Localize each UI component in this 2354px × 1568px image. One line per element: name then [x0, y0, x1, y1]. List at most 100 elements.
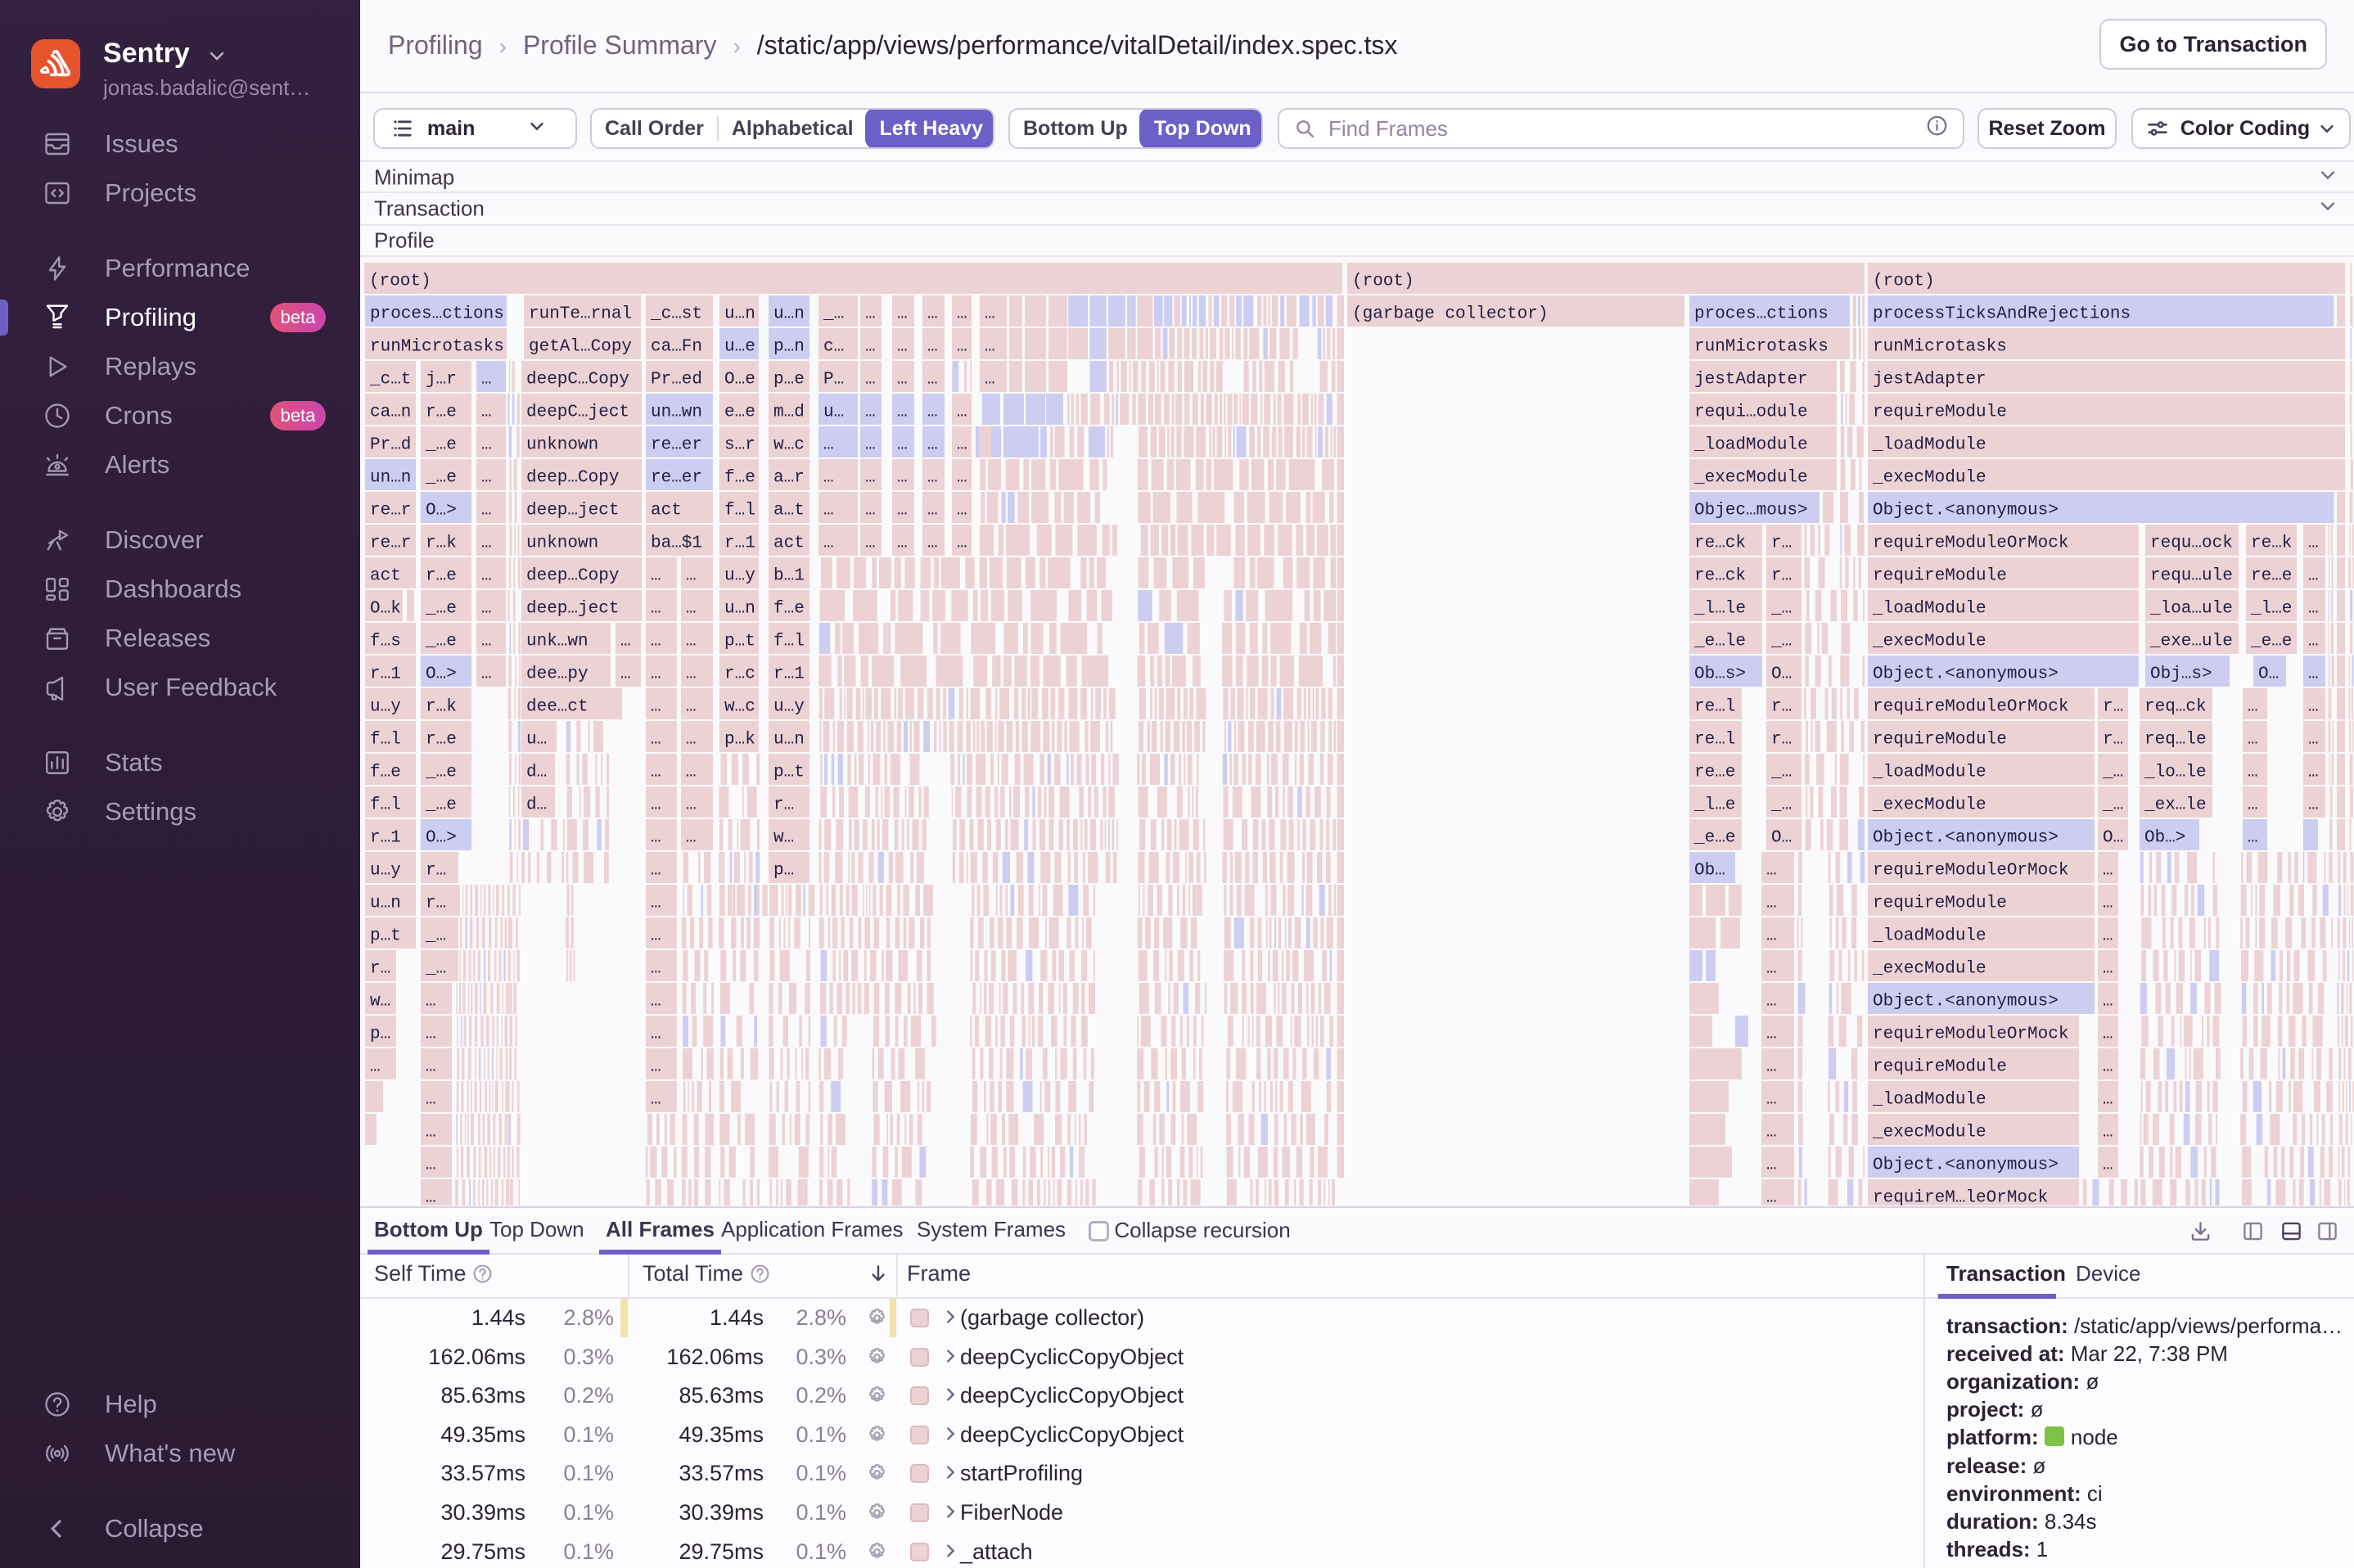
svg-text:…: …	[1766, 993, 1777, 1012]
svg-text:_execModule: _execModule	[1872, 1124, 1986, 1142]
svg-text:r…: r…	[1771, 698, 1792, 717]
svg-text:_…: _…	[2102, 796, 2123, 815]
svg-text:…: …	[2308, 534, 2319, 553]
svg-text:Obj…s>: Obj…s>	[2150, 665, 2212, 684]
svg-text:…: …	[686, 567, 697, 586]
svg-text:…: …	[651, 600, 661, 619]
svg-text:…: …	[2103, 993, 2113, 1012]
svg-text:…: …	[823, 534, 834, 553]
svg-text:_l…e: _l…e	[2250, 600, 2292, 619]
svg-text:proces…ctions: proces…ctions	[370, 305, 504, 324]
svg-text:dee…py: dee…py	[526, 665, 588, 684]
svg-text:_…e: _…e	[425, 600, 457, 619]
svg-text:_…e: _…e	[425, 796, 457, 815]
svg-text:_exe…ule: _exe…ule	[2149, 633, 2233, 651]
svg-text:…: …	[823, 436, 834, 455]
svg-text:re…ck: re…ck	[1694, 534, 1746, 553]
svg-text:…: …	[865, 469, 876, 488]
svg-text:r…: r…	[426, 862, 446, 881]
svg-text:…: …	[985, 305, 995, 324]
svg-text:O…>: O…>	[426, 829, 457, 848]
svg-text:…: …	[686, 731, 697, 750]
svg-text:r…: r…	[2103, 698, 2123, 717]
svg-text:…: …	[651, 567, 661, 586]
svg-text:re…er: re…er	[651, 469, 702, 488]
svg-text:p…t: p…t	[773, 764, 805, 782]
svg-text:ca…n: ca…n	[370, 403, 411, 422]
svg-text:…: …	[686, 796, 697, 815]
svg-text:O…: O…	[2103, 829, 2123, 848]
svg-text:unknown: unknown	[526, 436, 598, 455]
svg-text:…: …	[927, 371, 938, 390]
svg-text:…: …	[897, 305, 908, 324]
svg-text:…: …	[2103, 862, 2113, 881]
svg-text:runMicrotasks: runMicrotasks	[370, 338, 504, 357]
svg-text:u…e: u…e	[724, 338, 755, 357]
svg-text:re…r: re…r	[370, 502, 411, 520]
svg-text:_e…e: _e…e	[2250, 633, 2292, 651]
svg-text:…: …	[865, 502, 876, 520]
svg-text:…: …	[927, 502, 938, 520]
svg-text:…: …	[426, 1156, 436, 1175]
svg-text:…: …	[2103, 927, 2113, 946]
svg-text:r…: r…	[1771, 731, 1792, 750]
svg-text:…: …	[481, 436, 492, 455]
svg-text:requ…ock: requ…ock	[2150, 534, 2233, 553]
svg-text:jestAdapter: jestAdapter	[1873, 371, 1986, 390]
svg-text:_l…le: _l…le	[1693, 600, 1746, 619]
svg-text:…: …	[2308, 665, 2319, 684]
svg-text:…: …	[481, 469, 492, 488]
svg-text:…: …	[481, 567, 492, 586]
svg-text:unk…wn: unk…wn	[526, 633, 588, 651]
svg-text:(root): (root)	[1873, 273, 1935, 291]
svg-text:re…r: re…r	[370, 534, 411, 553]
svg-text:requireModule: requireModule	[1873, 567, 2007, 586]
svg-text:p…t: p…t	[724, 633, 755, 651]
svg-text:…: …	[651, 862, 661, 881]
svg-text:u…: u…	[526, 731, 547, 750]
svg-text:u…n: u…n	[370, 894, 401, 913]
svg-text:requireModule: requireModule	[1873, 894, 2007, 913]
svg-text:…: …	[426, 1058, 436, 1077]
svg-text:requireModuleOrMock: requireModuleOrMock	[1873, 862, 2068, 881]
svg-text:…: …	[426, 1124, 436, 1142]
svg-text:…: …	[481, 600, 492, 619]
svg-text:(root): (root)	[1352, 273, 1414, 291]
svg-text:u…n: u…n	[773, 731, 805, 750]
svg-text:deep…ject: deep…ject	[526, 502, 619, 520]
svg-text:…: …	[2248, 731, 2258, 750]
svg-text:(root): (root)	[369, 273, 431, 291]
svg-text:…: …	[651, 665, 661, 684]
svg-text:…: …	[865, 371, 876, 390]
svg-text:r…e: r…e	[426, 567, 457, 586]
svg-text:…: …	[651, 927, 661, 946]
svg-text:requireModuleOrMock: requireModuleOrMock	[1873, 698, 2068, 717]
svg-text:Ob…s>: Ob…s>	[1694, 665, 1746, 684]
svg-text:…: …	[426, 1025, 436, 1044]
svg-text:…: …	[957, 403, 967, 422]
svg-text:…: …	[651, 731, 661, 750]
svg-text:…: …	[651, 764, 661, 782]
svg-text:d…: d…	[526, 796, 547, 815]
svg-text:…: …	[2103, 894, 2113, 913]
svg-text:…: …	[2248, 829, 2258, 848]
svg-text:…: …	[957, 305, 967, 324]
svg-text:…: …	[370, 1058, 381, 1077]
svg-text:_…: _…	[1770, 633, 1792, 651]
svg-text:…: …	[2308, 698, 2319, 717]
svg-text:u…n: u…n	[724, 305, 755, 324]
svg-text:p…e: p…e	[773, 371, 805, 390]
svg-text:…: …	[1766, 1124, 1777, 1142]
svg-text:…: …	[686, 829, 697, 848]
svg-text:…: …	[957, 534, 967, 553]
svg-text:_loa…ule: _loa…ule	[2149, 600, 2233, 619]
svg-text:r…e: r…e	[426, 403, 457, 422]
svg-text:p…: p…	[773, 862, 794, 881]
svg-text:…: …	[1766, 1189, 1777, 1205]
svg-text:u…y: u…y	[370, 862, 401, 881]
svg-text:…: …	[426, 1189, 436, 1205]
svg-text:u…y: u…y	[773, 698, 805, 717]
svg-text:requireModule: requireModule	[1873, 731, 2007, 750]
svg-text:j…r: j…r	[426, 371, 457, 390]
svg-text:_…: _…	[2102, 764, 2123, 782]
